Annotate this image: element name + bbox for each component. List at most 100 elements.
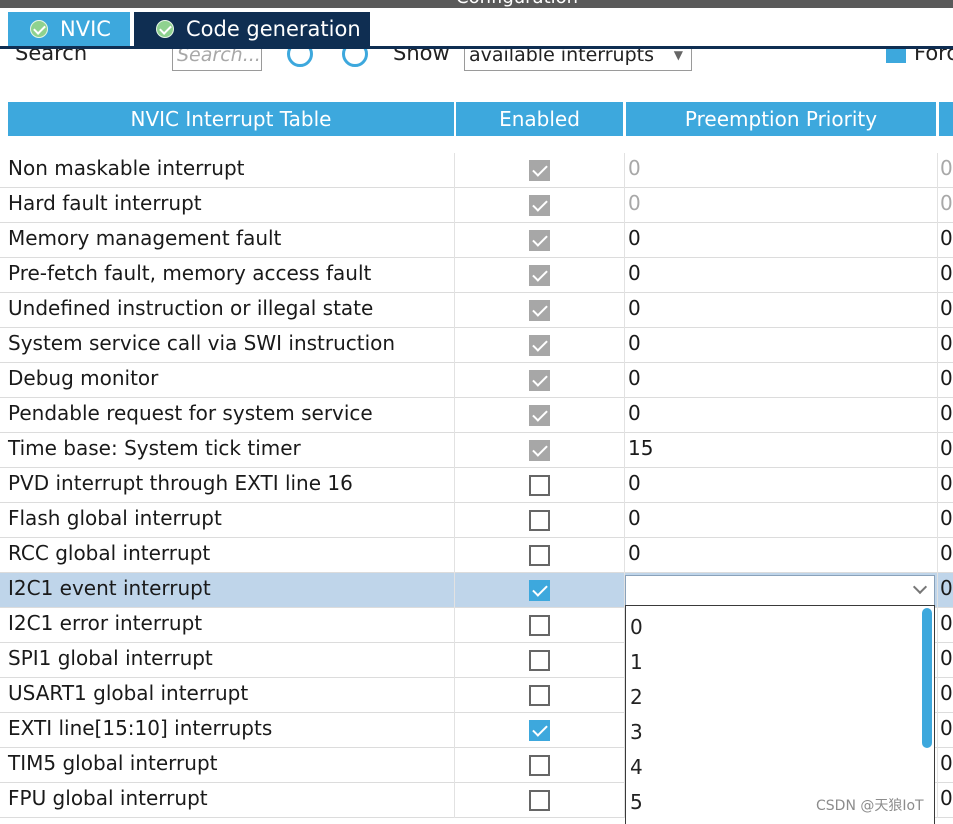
priority-option[interactable]: 0 (630, 615, 643, 639)
preemption-priority-value[interactable]: 0 (628, 261, 641, 285)
enabled-checkbox[interactable] (529, 720, 550, 741)
watermark: CSDN @天狼IoT (816, 798, 924, 814)
arrow-left-circle-icon[interactable] (287, 49, 313, 67)
priority-option[interactable]: 1 (630, 650, 643, 674)
column-divider (937, 678, 938, 713)
table-row[interactable]: System service call via SWI instruction 0… (0, 328, 953, 363)
enabled-checkbox (529, 195, 550, 216)
sub-priority-value[interactable]: 0 (940, 646, 953, 670)
enabled-checkbox[interactable] (529, 650, 550, 671)
sub-priority-value[interactable]: 0 (940, 786, 953, 810)
interrupt-name: EXTI line[15:10] interrupts (8, 716, 273, 740)
column-divider (454, 153, 455, 188)
table-row[interactable]: I2C1 event interrupt 0 (0, 573, 953, 608)
enabled-checkbox[interactable] (529, 510, 550, 531)
enabled-checkbox (529, 265, 550, 286)
header-interrupt-table[interactable]: NVIC Interrupt Table (8, 102, 454, 136)
search-input[interactable]: Search... (172, 49, 262, 71)
column-divider (937, 468, 938, 503)
enabled-checkbox (529, 160, 550, 181)
preemption-priority-value[interactable]: 15 (628, 436, 653, 460)
header-enabled[interactable]: Enabled (456, 102, 623, 136)
window-title-bar: Configuration (0, 0, 953, 8)
table-row[interactable]: Pendable request for system service 0 0 (0, 398, 953, 433)
header-sub-priority[interactable] (939, 102, 953, 136)
table-row[interactable]: Time base: System tick timer 15 0 (0, 433, 953, 468)
enabled-checkbox[interactable] (529, 615, 550, 636)
table-row[interactable]: Non maskable interrupt 0 0 (0, 153, 953, 188)
interrupt-name: Flash global interrupt (8, 506, 222, 530)
sub-priority-value[interactable]: 0 (940, 471, 953, 495)
priority-combobox[interactable] (625, 575, 935, 606)
enabled-checkbox[interactable] (529, 755, 550, 776)
enabled-checkbox (529, 300, 550, 321)
enabled-checkbox[interactable] (529, 580, 550, 601)
force-checkbox[interactable] (886, 49, 906, 63)
sub-priority-value[interactable]: 0 (940, 751, 953, 775)
arrow-right-circle-icon[interactable] (342, 49, 368, 67)
sub-priority-value[interactable]: 0 (940, 576, 953, 600)
priority-dropdown-list[interactable]: 0 1 2 3 4 5 (625, 605, 935, 824)
table-row[interactable]: Undefined instruction or illegal state 0 0 (0, 293, 953, 328)
table-row[interactable]: Flash global interrupt 0 0 (0, 503, 953, 538)
sub-priority-value[interactable]: 0 (940, 261, 953, 285)
interrupt-name: USART1 global interrupt (8, 681, 249, 705)
sub-priority-value[interactable]: 0 (940, 611, 953, 635)
sub-priority-value[interactable]: 0 (940, 366, 953, 390)
interrupt-name: Pendable request for system service (8, 401, 373, 425)
show-select[interactable]: available interrupts ▼ (464, 49, 692, 71)
chevron-down-icon[interactable] (910, 580, 930, 600)
priority-option[interactable]: 3 (630, 720, 643, 744)
sub-priority-value[interactable]: 0 (940, 716, 953, 740)
preemption-priority-value: 0 (628, 191, 641, 215)
preemption-priority-value[interactable]: 0 (628, 401, 641, 425)
table-row[interactable]: Pre-fetch fault, memory access fault 0 0 (0, 258, 953, 293)
enabled-checkbox[interactable] (529, 475, 550, 496)
column-divider (454, 188, 455, 223)
preemption-priority-value[interactable]: 0 (628, 226, 641, 250)
column-divider (937, 328, 938, 363)
preemption-priority-value[interactable]: 0 (628, 296, 641, 320)
table-row[interactable]: RCC global interrupt 0 0 (0, 538, 953, 573)
column-divider (937, 783, 938, 818)
sub-priority-value[interactable]: 0 (940, 681, 953, 705)
preemption-priority-value[interactable]: 0 (628, 471, 641, 495)
column-divider (454, 678, 455, 713)
column-divider (937, 643, 938, 678)
preemption-priority-value[interactable]: 0 (628, 541, 641, 565)
enabled-checkbox (529, 440, 550, 461)
table-row[interactable]: Debug monitor 0 0 (0, 363, 953, 398)
sub-priority-value[interactable]: 0 (940, 506, 953, 530)
sub-priority-value[interactable]: 0 (940, 331, 953, 355)
tab-code-generation[interactable]: Code generation (134, 12, 370, 46)
enabled-checkbox[interactable] (529, 790, 550, 811)
preemption-priority-value[interactable]: 0 (628, 366, 641, 390)
priority-option[interactable]: 4 (630, 755, 643, 779)
priority-option[interactable]: 2 (630, 685, 643, 709)
column-divider (937, 503, 938, 538)
column-divider (454, 258, 455, 293)
column-divider (454, 643, 455, 678)
column-divider (454, 433, 455, 468)
enabled-checkbox[interactable] (529, 545, 550, 566)
enabled-checkbox[interactable] (529, 685, 550, 706)
table-row[interactable]: Memory management fault 0 0 (0, 223, 953, 258)
sub-priority-value[interactable]: 0 (940, 296, 953, 320)
table-row[interactable]: Hard fault interrupt 0 0 (0, 188, 953, 223)
sub-priority-value[interactable]: 0 (940, 226, 953, 250)
column-divider (624, 328, 625, 363)
column-divider (454, 503, 455, 538)
sub-priority-value[interactable]: 0 (940, 541, 953, 565)
check-circle-icon (30, 20, 48, 38)
sub-priority-value[interactable]: 0 (940, 401, 953, 425)
header-preemption-priority[interactable]: Preemption Priority (626, 102, 936, 136)
tab-nvic[interactable]: NVIC (8, 12, 130, 46)
interrupt-name: Undefined instruction or illegal state (8, 296, 374, 320)
preemption-priority-value[interactable]: 0 (628, 331, 641, 355)
column-divider (937, 188, 938, 223)
preemption-priority-value[interactable]: 0 (628, 506, 641, 530)
priority-option[interactable]: 5 (630, 790, 643, 814)
dropdown-scrollbar[interactable] (922, 608, 932, 748)
sub-priority-value[interactable]: 0 (940, 436, 953, 460)
table-row[interactable]: PVD interrupt through EXTI line 16 0 0 (0, 468, 953, 503)
